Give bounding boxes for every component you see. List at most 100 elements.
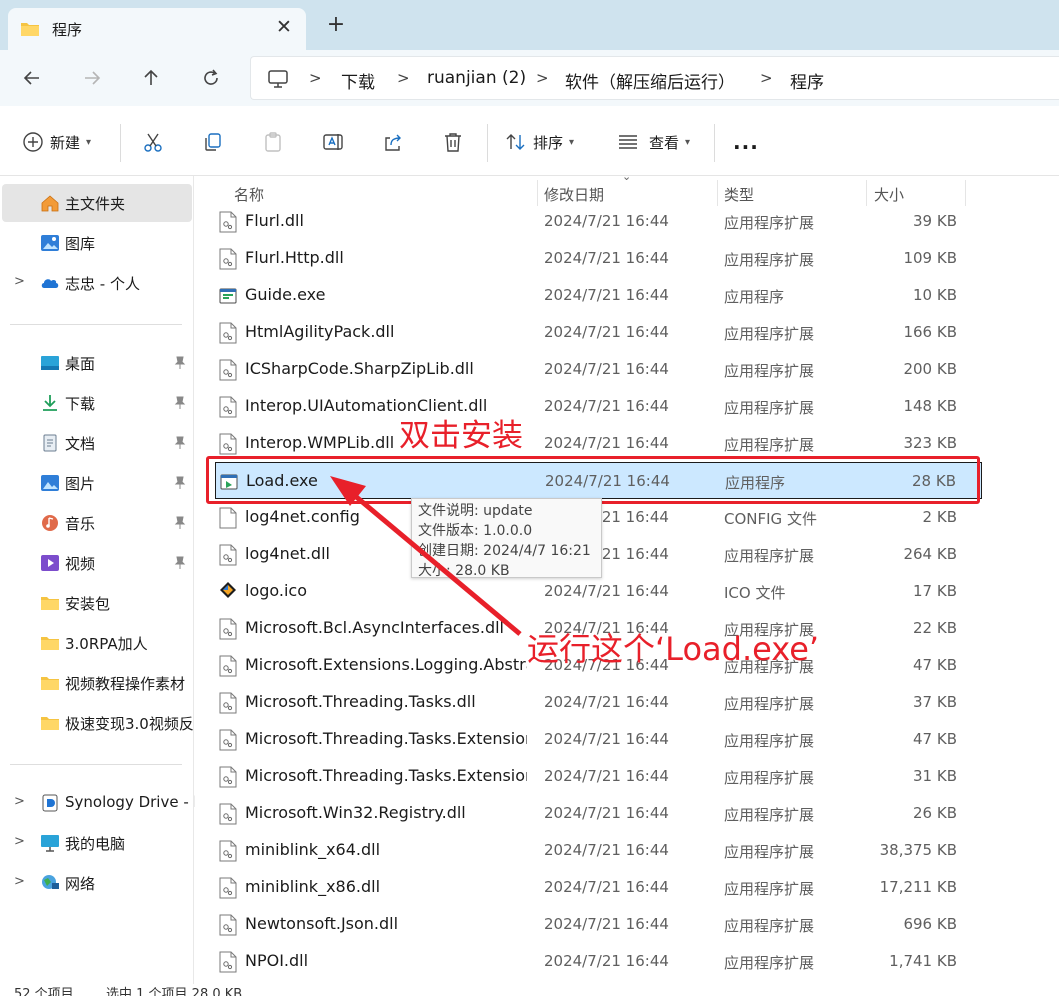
dll-file-icon (219, 396, 237, 418)
file-type: 应用程序扩展 (724, 399, 815, 417)
sidebar-item-label: Synology Drive - l (65, 793, 198, 811)
file-row[interactable]: Microsoft.Threading.Tasks.dll 2024/7/21 1… (215, 684, 982, 721)
desktop-icon (41, 356, 59, 370)
up-arrow-icon[interactable] (137, 64, 165, 92)
network-icon (42, 875, 59, 889)
more-options-icon[interactable]: ... (733, 130, 759, 154)
sort-button-label: 排序 (533, 133, 564, 152)
breadcrumb-ruanjian[interactable]: ruanjian (2) (427, 68, 526, 88)
plus-circle-icon (23, 132, 43, 152)
sidebar-item-home[interactable]: 主文件夹 (2, 184, 192, 222)
pin-icon[interactable] (174, 396, 186, 410)
chevron-right-icon[interactable]: > (14, 274, 25, 289)
file-size: 166 KB (903, 323, 957, 341)
file-name: HtmlAgilityPack.dll (245, 322, 395, 341)
file-name: Microsoft.Threading.Tasks.Extension... (245, 729, 527, 748)
sidebar-divider (10, 764, 182, 765)
sidebar-item-label: 3.0RPA加人 (65, 635, 148, 653)
file-size: 148 KB (903, 397, 957, 415)
sidebar-item-network[interactable]: > 网络 (0, 864, 194, 902)
toolbar-divider (120, 124, 121, 162)
file-row[interactable]: NPOI.dll 2024/7/21 16:44 应用程序扩展 1,741 KB (215, 943, 982, 980)
sidebar-item-downloads[interactable]: 下载 (0, 384, 194, 422)
file-type: 应用程序扩展 (724, 362, 815, 380)
file-row[interactable]: Flurl.dll 2024/7/21 16:44 应用程序扩展 39 KB (215, 203, 982, 240)
dll-file-icon (219, 729, 237, 751)
file-modified: 2024/7/21 16:44 (544, 323, 669, 341)
file-row[interactable]: Microsoft.Threading.Tasks.Extension... 20… (215, 758, 982, 795)
address-bar[interactable]: > 下载 > ruanjian (2) > 软件（解压缩后运行） > 程序 (250, 56, 1059, 100)
chevron-right-icon[interactable]: > (14, 874, 25, 889)
delete-button[interactable] (442, 130, 464, 154)
rename-button[interactable] (322, 130, 344, 154)
sidebar-item-gallery[interactable]: 图库 (0, 224, 194, 262)
sort-button[interactable]: 排序 ▾ (505, 130, 574, 154)
sidebar-item-videos[interactable]: 视频 (0, 544, 194, 582)
copy-icon (205, 133, 221, 151)
sidebar-item-pictures[interactable]: 图片 (0, 464, 194, 502)
new-button[interactable]: 新建 ▾ (22, 130, 91, 154)
file-row[interactable]: Interop.UIAutomationClient.dll 2024/7/21 … (215, 388, 982, 425)
tab-current[interactable]: 程序 ✕ (8, 8, 306, 50)
paste-button[interactable] (262, 130, 284, 154)
file-modified: 2024/7/21 16:44 (544, 952, 669, 970)
file-name: miniblink_x86.dll (245, 877, 381, 896)
sidebar-item-music[interactable]: 音乐 (0, 504, 194, 542)
file-name: miniblink_x64.dll (245, 840, 381, 859)
file-size: 17 KB (913, 582, 957, 600)
view-button[interactable]: 查看 ▾ (617, 130, 690, 154)
file-row[interactable]: Flurl.Http.dll 2024/7/21 16:44 应用程序扩展 109 K… (215, 240, 982, 277)
dll-file-icon (219, 248, 237, 270)
file-row[interactable]: Microsoft.Win32.Registry.dll 2024/7/21 16… (215, 795, 982, 832)
breadcrumb-software[interactable]: 软件（解压缩后运行） (565, 68, 735, 93)
sidebar-item-documents[interactable]: 文档 (0, 424, 194, 462)
tab-close-icon[interactable]: ✕ (273, 16, 295, 38)
column-header-modified[interactable]: 修改日期 (544, 184, 604, 205)
file-modified: 2024/7/21 16:44 (544, 767, 669, 785)
cut-button[interactable] (142, 130, 164, 154)
breadcrumb-downloads[interactable]: 下载 (341, 68, 375, 93)
sidebar-item-this-pc[interactable]: > 我的电脑 (0, 824, 194, 862)
sidebar-item-onedrive[interactable]: > 志忠 - 个人 (0, 264, 194, 302)
file-row[interactable]: logo.ico 2024/7/21 16:44 ICO 文件 17 KB (215, 573, 982, 610)
file-modified: 2024/7/21 16:44 (544, 212, 669, 230)
sidebar-item-desktop[interactable]: 桌面 (0, 344, 194, 382)
column-header-size[interactable]: 大小 (874, 184, 904, 205)
chevron-right-icon[interactable]: > (14, 794, 25, 809)
file-row[interactable]: HtmlAgilityPack.dll 2024/7/21 16:44 应用程序扩展… (215, 314, 982, 351)
sidebar-item-synology[interactable]: > Synology Drive - l (0, 784, 198, 822)
file-name: Microsoft.Bcl.AsyncInterfaces.dll (245, 618, 504, 637)
share-button[interactable] (382, 130, 404, 154)
file-type: 应用程序扩展 (724, 880, 815, 898)
dll-file-icon (219, 211, 237, 233)
pin-icon[interactable] (174, 476, 186, 490)
file-row[interactable]: miniblink_x86.dll 2024/7/21 16:44 应用程序扩展 17… (215, 869, 982, 906)
column-header-type[interactable]: 类型 (724, 184, 754, 205)
sidebar-item-folder[interactable]: 视频教程操作素材 (0, 664, 194, 702)
computer-icon (41, 835, 59, 852)
file-modified: 2024/7/21 16:44 (544, 841, 669, 859)
breadcrumb-programs[interactable]: 程序 (790, 68, 824, 93)
dll-file-icon (219, 951, 237, 973)
pin-icon[interactable] (174, 516, 186, 530)
pin-icon[interactable] (174, 436, 186, 450)
pin-icon[interactable] (174, 556, 186, 570)
sidebar-item-folder[interactable]: 安装包 (0, 584, 194, 622)
sidebar-item-folder[interactable]: 3.0RPA加人 (0, 624, 194, 662)
refresh-icon[interactable] (197, 64, 225, 92)
sidebar-item-label: 网络 (65, 875, 96, 893)
file-row[interactable]: Microsoft.Threading.Tasks.Extension... 20… (215, 721, 982, 758)
file-row[interactable]: Newtonsoft.Json.dll 2024/7/21 16:44 应用程序扩展… (215, 906, 982, 943)
new-tab-icon[interactable]: + (325, 14, 347, 36)
file-row[interactable]: ICSharpCode.SharpZipLib.dll 2024/7/21 16:… (215, 351, 982, 388)
chevron-right-icon[interactable]: > (14, 834, 25, 849)
back-arrow-icon[interactable] (18, 64, 46, 92)
forward-arrow-icon[interactable] (78, 64, 106, 92)
copy-button[interactable] (202, 130, 224, 154)
file-row[interactable]: Guide.exe 2024/7/21 16:44 应用程序 10 KB (215, 277, 982, 314)
sidebar-item-folder[interactable]: 极速变现3.0视频反 (0, 704, 194, 742)
file-name: Newtonsoft.Json.dll (245, 914, 399, 933)
pin-icon[interactable] (174, 356, 186, 370)
file-row[interactable]: miniblink_x64.dll 2024/7/21 16:44 应用程序扩展 38… (215, 832, 982, 869)
column-header-name[interactable]: 名称 (234, 184, 264, 205)
